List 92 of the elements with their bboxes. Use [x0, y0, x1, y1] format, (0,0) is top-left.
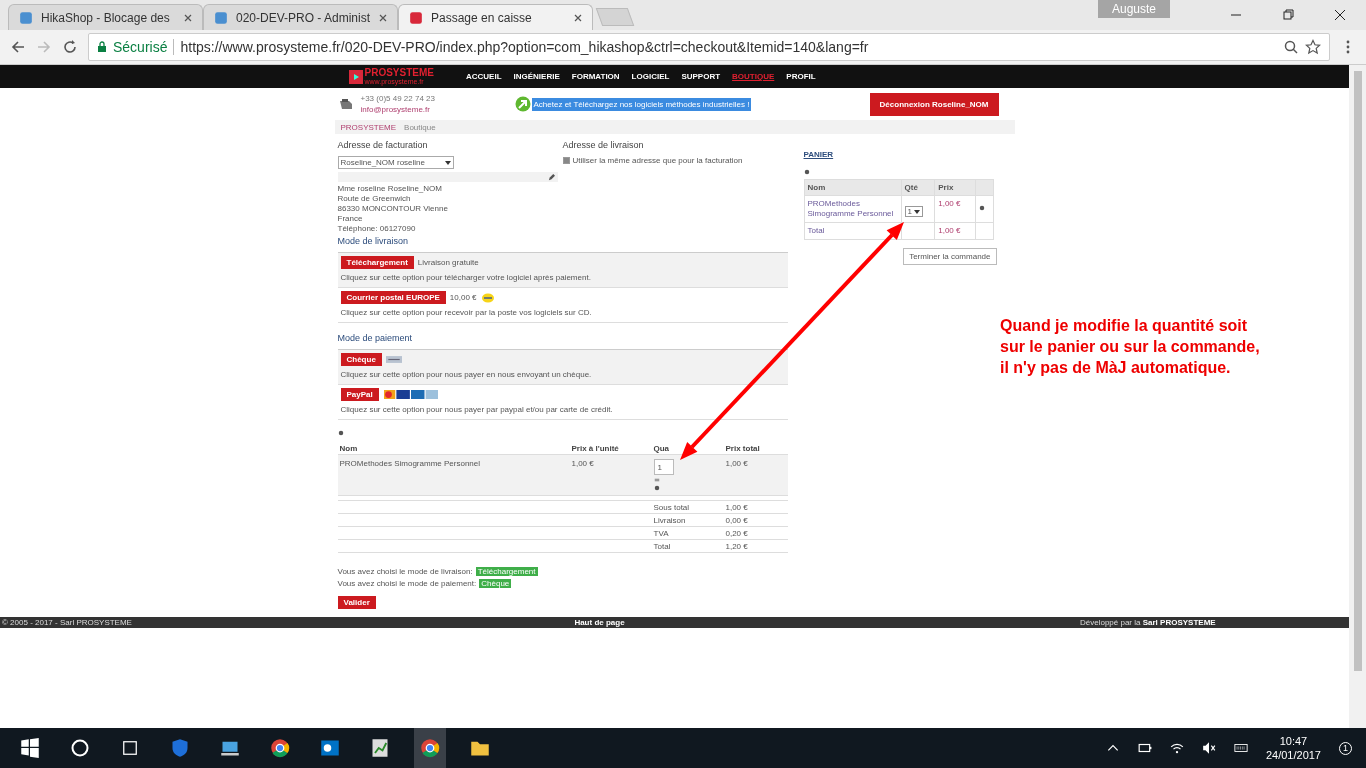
quantity-select[interactable]: 1 — [904, 206, 923, 217]
address-line: 86330 MONCONTOUR Vienne — [337, 204, 449, 214]
speaker-muted-icon[interactable] — [1201, 741, 1216, 755]
cheque-icon — [385, 356, 402, 363]
clock-time[interactable]: 10:47 — [1279, 735, 1308, 747]
keyboard-icon[interactable] — [1233, 741, 1248, 755]
payment-option[interactable]: Chèque Cliquez sur cette option pour nous payer en nous envoyant un chèque. — [337, 349, 788, 384]
nav-link[interactable]: PROFIL — [786, 72, 816, 81]
phone-number: +33 (0)5 49 22 74 23 — [360, 94, 436, 103]
page-icon — [19, 10, 33, 25]
nav-link[interactable]: SUPPORT — [681, 72, 721, 81]
credit-text: Développé par la Sarl PROSYSTEME — [1079, 618, 1217, 627]
total-label: Total — [652, 541, 672, 551]
scrollbar[interactable] — [1349, 65, 1366, 728]
breadcrumb-link[interactable]: PROSYSTEME — [340, 122, 397, 132]
total-value: 1,20 € — [724, 541, 749, 551]
page-icon — [409, 10, 423, 25]
table-cell-text: PROMethodes Simogramme Personnel — [338, 459, 481, 468]
total-value: 0,00 € — [724, 515, 749, 525]
nav-link[interactable]: LOGICIEL — [631, 72, 670, 81]
phone-icon — [338, 98, 353, 110]
section-title: Mode de livraison — [337, 236, 410, 246]
annotation-text: sur le panier ou sur la commande, — [1000, 337, 1260, 357]
address-line: Mme roseline Roseline_NOM — [337, 184, 443, 194]
choice-tag: Chèque — [479, 579, 512, 588]
address-line: France — [337, 214, 364, 224]
address-select[interactable]: Roseline_NOM roseline — [337, 156, 454, 169]
address-line: Téléphone: 06127090 — [337, 224, 417, 234]
close-icon[interactable] — [1334, 9, 1346, 21]
promo-banner[interactable]: Achetez et Téléchargez nos logiciels méthodes industrielles ! — [531, 97, 752, 111]
section-title: Mode de paiement — [337, 333, 414, 343]
annotation-text: il n'y pas de MàJ automatique. — [1000, 358, 1232, 378]
back-to-top-link[interactable]: Haut de page — [400, 618, 799, 627]
checkbox[interactable] — [562, 157, 570, 164]
caret-icon — [913, 209, 920, 214]
validate-button[interactable]: Valider — [337, 596, 376, 609]
browser-tab[interactable]: 020-DEV-PRO - Administ — [203, 4, 398, 30]
clock-date[interactable]: 24/01/2017 — [1265, 749, 1321, 761]
lock-icon — [97, 41, 107, 53]
summary-text: Vous avez choisi le mode de livraison: — [337, 567, 473, 576]
logout-button[interactable]: Déconnexion Roseline_NOM — [869, 92, 999, 116]
nav-link[interactable]: BOUTIQUE — [732, 72, 775, 81]
reload-icon[interactable] — [62, 39, 78, 55]
star-icon[interactable] — [1305, 39, 1321, 55]
column-header: Qté — [901, 179, 935, 196]
total-value: 1,00 € — [724, 502, 749, 512]
browser-tab[interactable]: Passage en caisse — [398, 4, 593, 30]
total-label: TVA — [652, 528, 670, 538]
cart-title: PANIER — [803, 150, 834, 159]
chrome-icon[interactable] — [414, 728, 446, 768]
email-link[interactable]: info@prosysteme.fr — [360, 105, 511, 114]
table-cell-text: 1,00 € — [724, 459, 749, 468]
total-label: Livraison — [652, 515, 687, 525]
close-icon[interactable] — [574, 13, 582, 22]
checkbox-label: Utiliser la même adresse que pour la facturation — [572, 156, 743, 165]
table-cell-text: 1,00 € — [570, 459, 595, 468]
total-value: 0,20 € — [724, 528, 749, 538]
nav-link[interactable]: INGÉNIERIE — [513, 72, 560, 81]
summary-text: Vous avez choisi le mode de paiement: — [337, 579, 477, 588]
delivery-option[interactable]: Courrier postal EUROPE 10,00 € Cliquez sur cette option pour recevoir par la poste vos logiciels sur CD. — [337, 287, 788, 323]
delivery-option[interactable]: Téléchargement Livraison gratuite Cliquez sur cette option pour télécharger votre logiciel après paiement. — [337, 252, 788, 287]
section-title: Adresse de livraison — [562, 140, 645, 150]
column-header: Nom — [338, 443, 359, 453]
column-header: Qua — [652, 443, 671, 453]
page-icon — [214, 10, 228, 25]
table-cell: 1,00 € — [934, 195, 976, 223]
column-header: Prix total — [724, 443, 761, 453]
table-cell: PROMethodes Simogramme Personnel — [804, 195, 901, 223]
choice-tag: Téléchargement — [475, 567, 538, 576]
payment-option[interactable]: PayPal Cliquez sur cette option pour nous payer par paypal et/ou par carte de crédit. — [337, 384, 788, 420]
card-logos-icon — [382, 390, 439, 399]
battery-icon[interactable] — [1137, 741, 1152, 755]
column-header: Prix à l'unité — [570, 443, 620, 453]
section-title: Adresse de facturation — [337, 140, 429, 150]
table-cell: 1,00 € — [934, 222, 976, 240]
column-header: Prix — [934, 179, 976, 196]
caret-icon — [444, 160, 451, 165]
back-icon[interactable] — [10, 39, 26, 55]
restore-icon[interactable] — [1282, 9, 1294, 21]
quantity-field[interactable]: 1 — [653, 459, 674, 475]
nav-link[interactable]: FORMATION — [571, 72, 620, 81]
annotation-text: Quand je modifie la quantité soit — [1000, 316, 1249, 336]
wifi-icon[interactable] — [1169, 741, 1184, 755]
address-line: Route de Greenwich — [337, 194, 412, 204]
browser-tab[interactable]: HikaShop - Blocage des — [8, 4, 203, 30]
zoom-icon[interactable] — [1283, 39, 1299, 55]
column-header: Nom — [804, 179, 901, 196]
nav-link[interactable]: ACCUEIL — [465, 72, 502, 81]
total-label: Sous total — [652, 502, 691, 512]
copyright-text: © 2005 - 2017 - Sarl PROSYSTEME — [2, 618, 133, 627]
address-bar[interactable]: Sécurisé https://www.prosysteme.fr/020-DEV-PRO/index.php?option=com_hikashop&ctrl=checkout&Itemid=140&lang=fr — [88, 33, 1330, 61]
finish-order-button[interactable]: Terminer la commande — [903, 248, 997, 265]
